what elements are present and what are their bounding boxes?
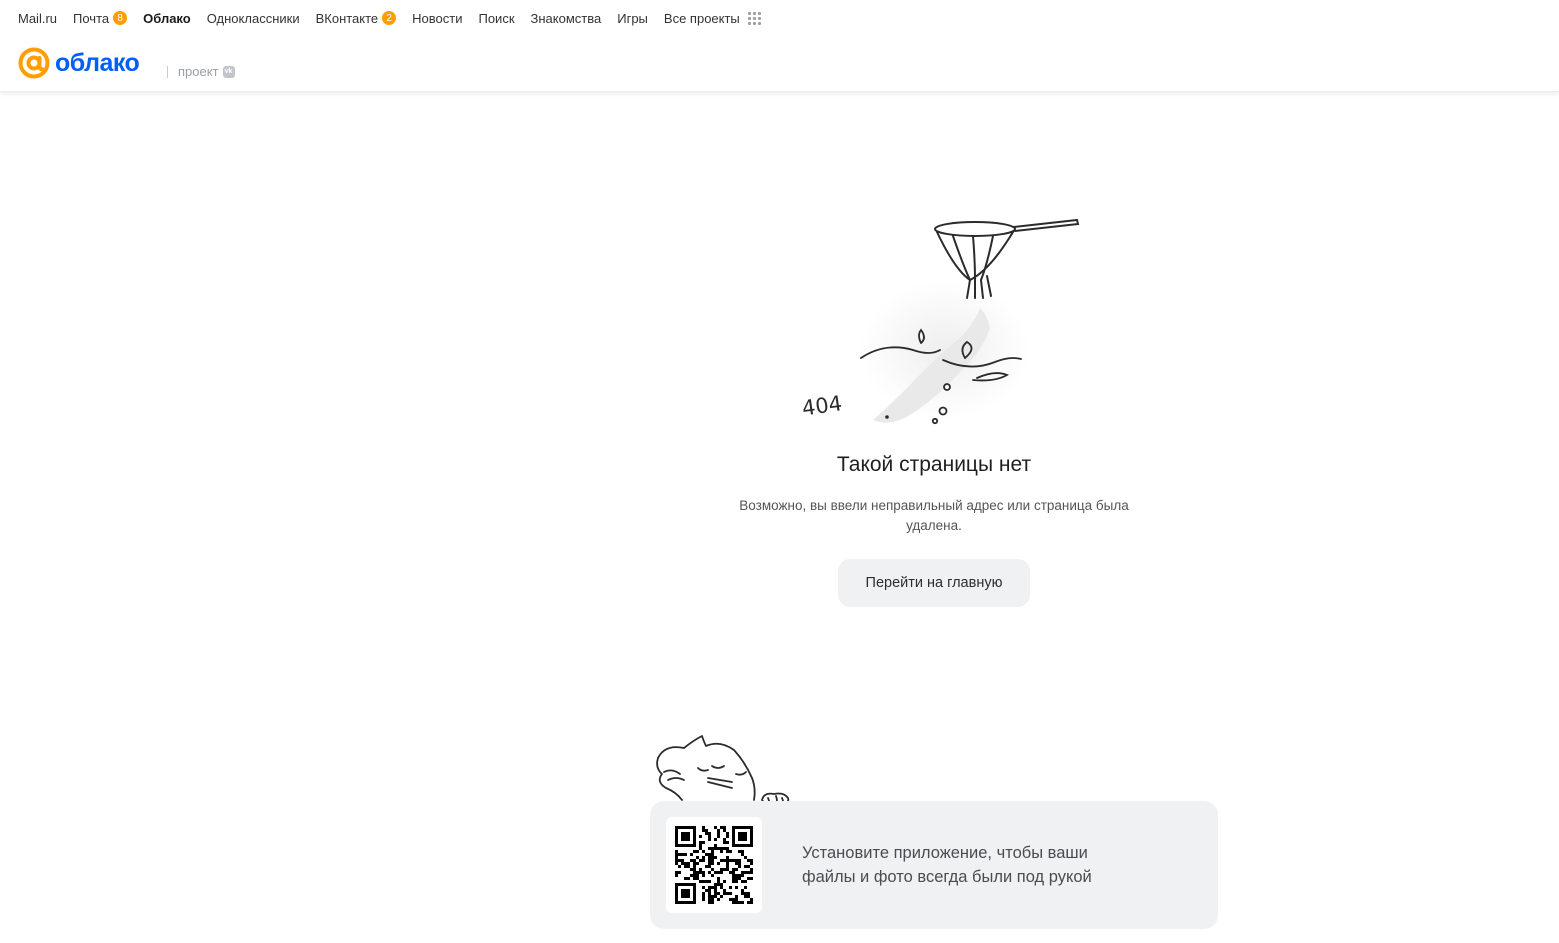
header: облако проект vk xyxy=(0,36,1559,92)
portal-link-1[interactable]: Почта 8 xyxy=(73,10,128,26)
portal-link-label: Новости xyxy=(412,10,463,26)
error-code: 404 xyxy=(801,391,844,420)
counter-badge: 8 xyxy=(113,11,128,25)
app-banner-text: Установите приложение, чтобы ваши файлы … xyxy=(802,844,1092,886)
qr-code[interactable] xyxy=(666,817,762,913)
portal-link-4[interactable]: ВКонтакте 2 xyxy=(316,11,397,26)
portal-link-label: ВКонтакте xyxy=(315,10,379,26)
portal-links: Mail.ru Почта 8 Облако Одноклассники ВКонтакт… xyxy=(18,11,777,26)
portal-link-6[interactable]: Поиск xyxy=(478,11,514,26)
portal-bar: Mail.ru Почта 8 Облако Одноклассники ВКонтакт… xyxy=(0,0,1559,36)
counter-badge: 2 xyxy=(382,11,397,25)
portal-link-2[interactable]: Облако xyxy=(143,11,191,26)
fish-net-illustration: 404 xyxy=(801,218,1080,425)
qr-code-icon xyxy=(675,826,753,904)
portal-link-8[interactable]: Игры xyxy=(617,11,648,26)
portal-link-label: Одноклассники xyxy=(206,10,300,26)
project-label: проект vk xyxy=(178,64,235,79)
portal-link-9[interactable]: Все проекты xyxy=(664,11,761,26)
portal-link-label: Знакомства xyxy=(530,10,602,26)
glow-shape xyxy=(860,280,1030,420)
portal-link-3[interactable]: Одноклассники xyxy=(207,11,300,26)
apps-grid-icon xyxy=(747,11,761,25)
portal-link-label: Все проекты xyxy=(663,10,740,26)
at-sign-icon xyxy=(18,47,50,79)
cloud-logo[interactable]: облако xyxy=(17,46,140,80)
project-tag: проект vk xyxy=(157,64,235,79)
portal-link-5[interactable]: Новости xyxy=(412,11,462,26)
vk-icon: vk xyxy=(222,65,235,78)
logo-separator xyxy=(167,65,168,78)
portal-link-label: Почта xyxy=(73,10,110,26)
portal-link-0[interactable]: Mail.ru xyxy=(18,11,57,26)
logo-word: облако xyxy=(55,48,140,77)
error-title: Такой страницы нет xyxy=(836,453,1032,476)
portal-link-7[interactable]: Знакомства xyxy=(531,11,602,26)
project-text: проект xyxy=(178,64,219,79)
go-home-button[interactable]: Перейти на главную xyxy=(838,559,1030,607)
app-install-banner: Установите приложение, чтобы ваши файлы … xyxy=(650,801,1218,929)
portal-link-label: Mail.ru xyxy=(18,10,58,26)
portal-link-label: Игры xyxy=(617,10,648,26)
cat-illustration xyxy=(656,735,790,807)
portal-link-label: Поиск xyxy=(478,10,515,26)
error-description: Возможно, вы ввели неправильный адрес ил… xyxy=(739,498,1129,533)
portal-link-label: Облако xyxy=(143,10,191,26)
